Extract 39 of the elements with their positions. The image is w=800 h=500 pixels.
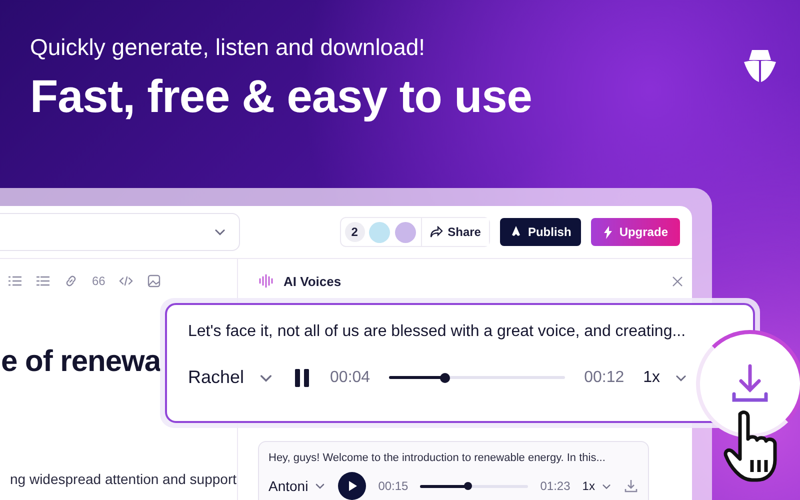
elapsed-time: 00:04: [330, 368, 370, 386]
subtitle: Quickly generate, listen and download!: [30, 34, 426, 61]
link-icon[interactable]: [64, 274, 78, 288]
download-icon[interactable]: [624, 479, 638, 493]
rocket-icon: [510, 226, 522, 238]
upgrade-button[interactable]: Upgrade: [591, 218, 680, 246]
code-icon[interactable]: [119, 274, 134, 288]
image-icon[interactable]: [147, 274, 162, 288]
document-heading: e of renewa: [1, 345, 161, 379]
pause-button[interactable]: [293, 368, 312, 388]
bullet-list-icon[interactable]: [8, 274, 22, 288]
publish-button[interactable]: Publish: [500, 218, 582, 246]
waveform-icon: [258, 274, 274, 288]
play-button[interactable]: [338, 472, 366, 500]
elapsed-time: 00:15: [378, 479, 408, 493]
voice-selector[interactable]: Antoni: [268, 478, 326, 494]
avatar[interactable]: [394, 222, 416, 242]
play-icon: [346, 480, 358, 492]
checklist-icon[interactable]: [36, 274, 50, 288]
voice-selector[interactable]: Rachel: [188, 367, 274, 388]
progress-track[interactable]: [420, 484, 528, 488]
speed-selector[interactable]: 1x: [582, 479, 612, 493]
collaborator-count: 2: [344, 222, 365, 242]
share-button[interactable]: Share: [420, 218, 489, 246]
duration-time: 00:12: [584, 368, 624, 386]
script-text: Let's face it, not all of us are blessed with a great voice, and creating...: [188, 323, 687, 341]
close-icon[interactable]: [672, 276, 683, 286]
clip-text: Hey, guys! Welcome to the introduction to renewable energy. In this...: [268, 452, 606, 464]
speed-selector[interactable]: 1x: [643, 368, 688, 386]
panel-title: AI Voices: [284, 274, 342, 288]
logo-icon: [742, 48, 778, 84]
slider-thumb[interactable]: [464, 482, 472, 490]
slider-thumb[interactable]: [440, 372, 450, 382]
duration-time: 01:23: [540, 479, 570, 493]
lightning-icon: [603, 226, 614, 238]
headline: Fast, free & easy to use: [30, 69, 533, 123]
pause-icon: [293, 368, 312, 388]
document-paragraph: ng widespread attention and support: [10, 471, 236, 487]
share-icon: [430, 226, 443, 238]
